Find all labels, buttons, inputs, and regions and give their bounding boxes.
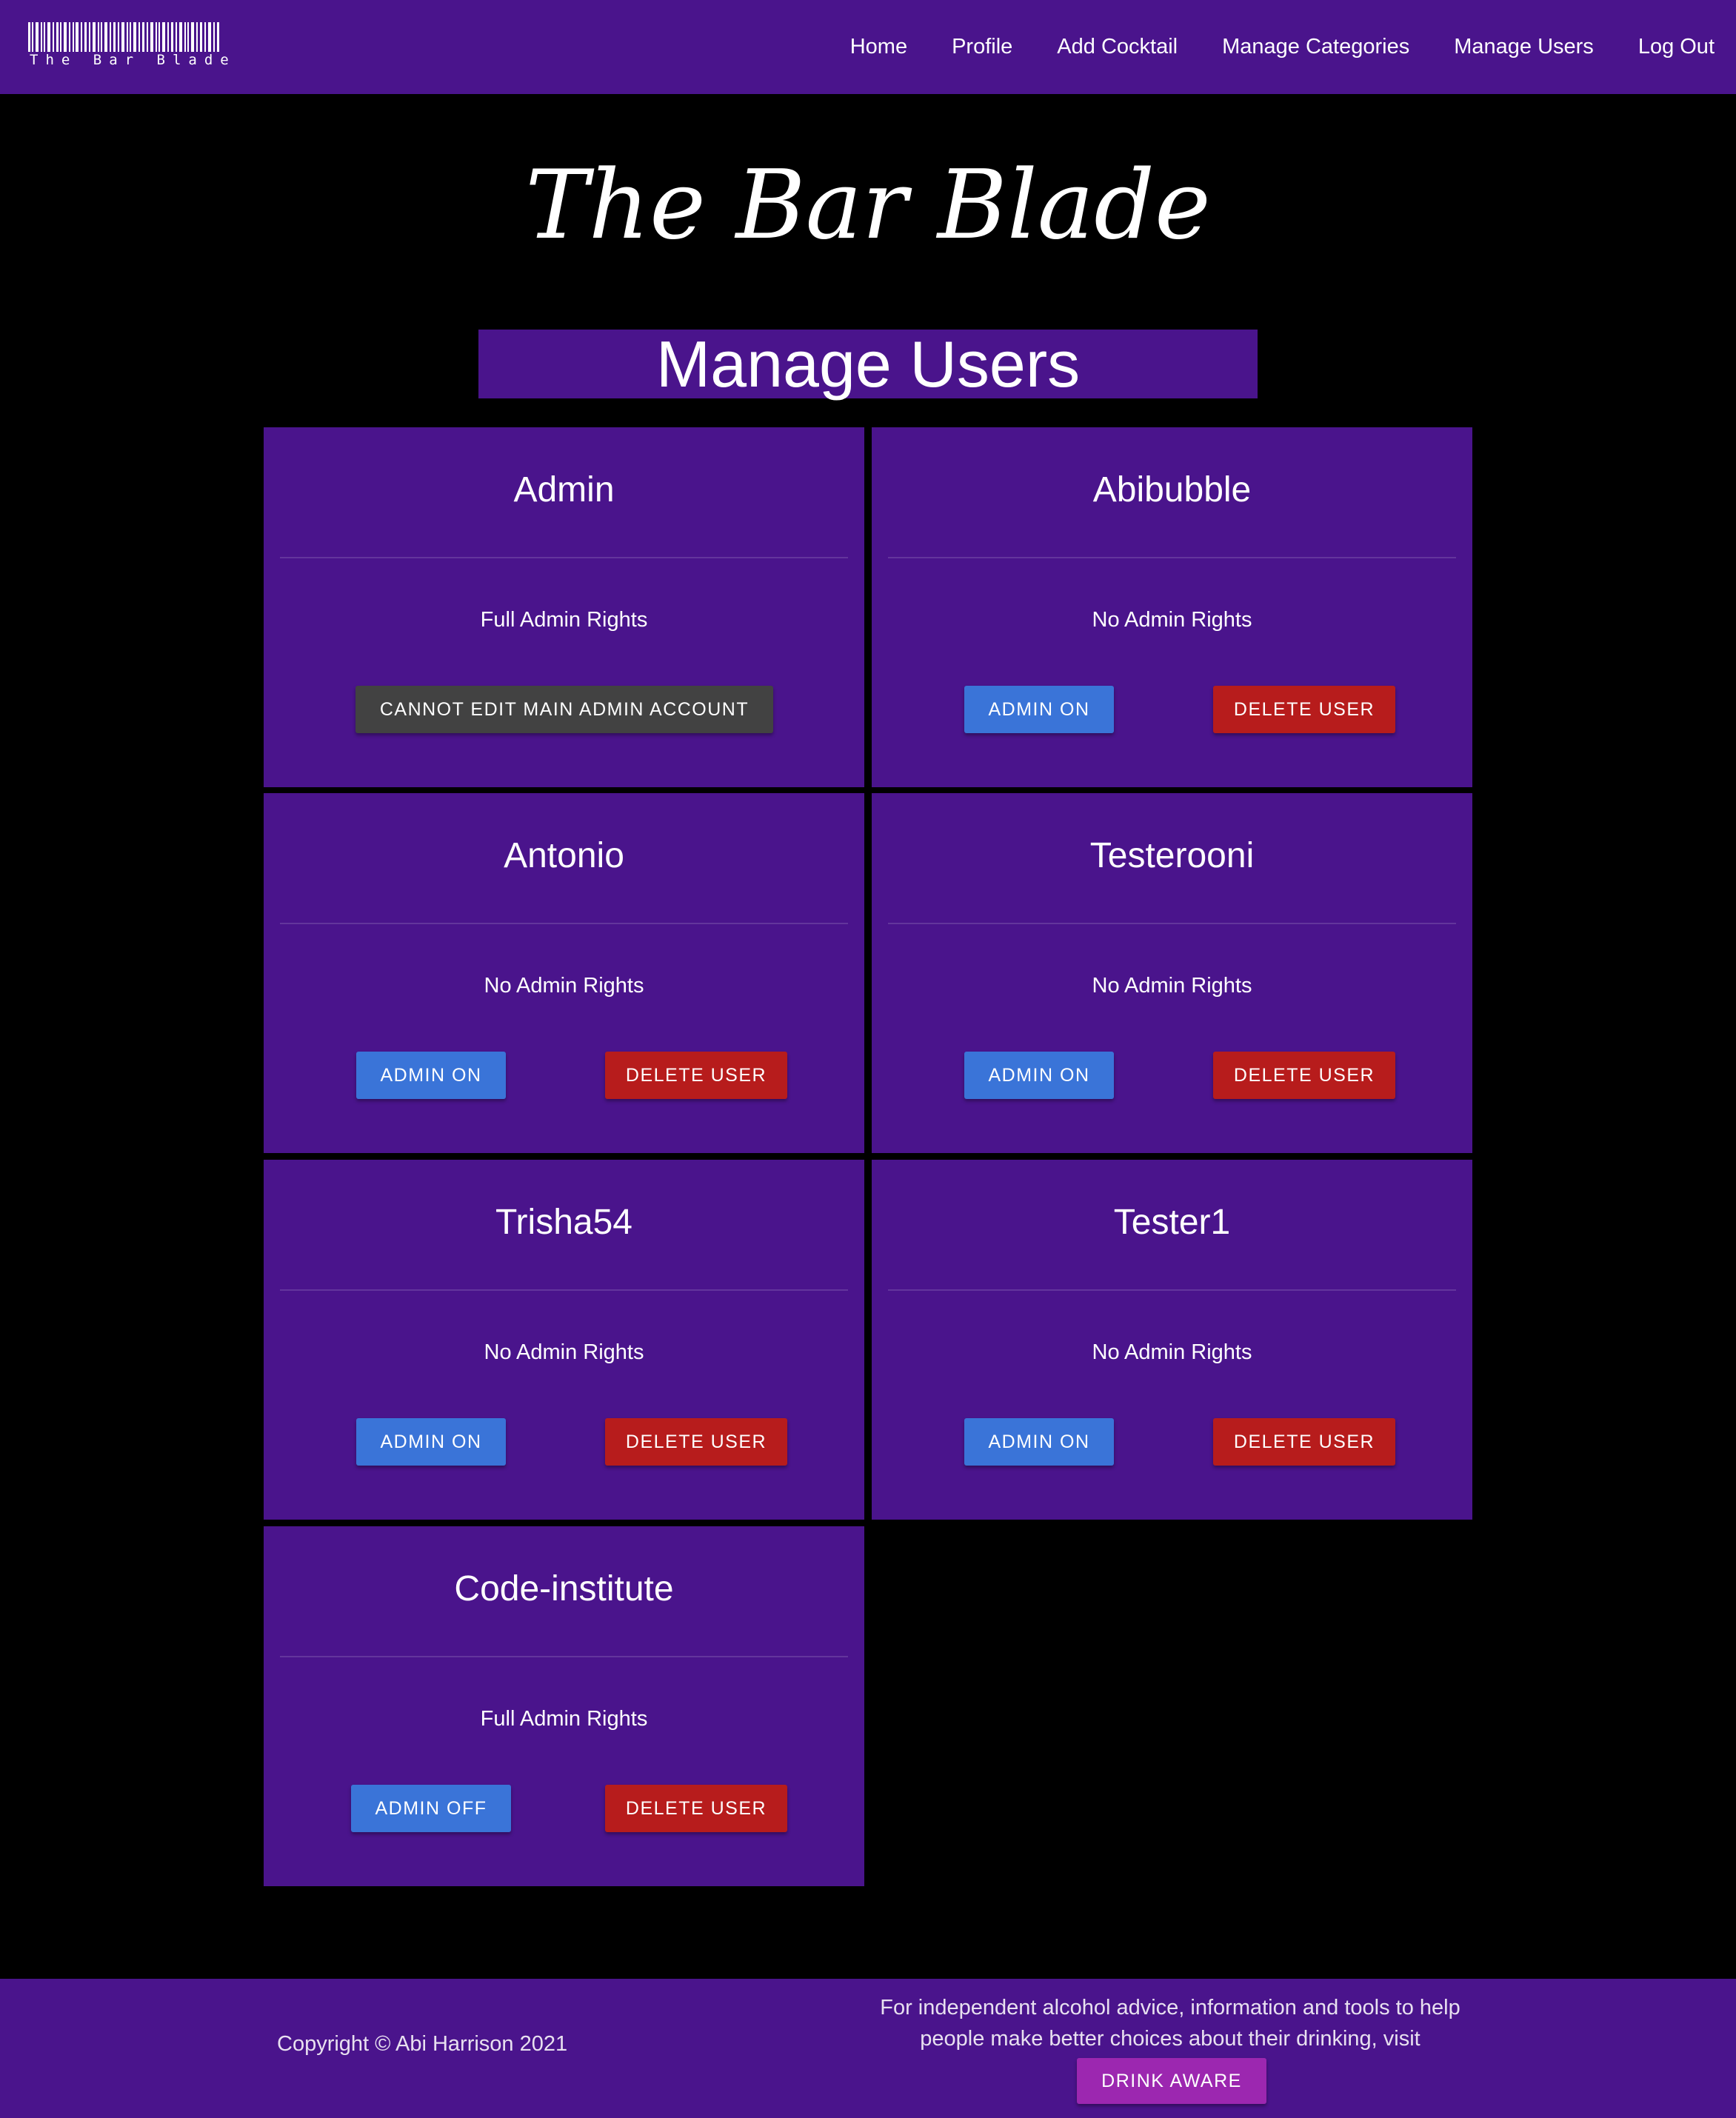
card-divider	[888, 1289, 1456, 1291]
admin-rights-status: No Admin Rights	[1092, 608, 1252, 632]
nav-link-manage-users[interactable]: Manage Users	[1454, 35, 1594, 59]
user-name: Tester1	[1113, 1203, 1231, 1242]
card-divider	[280, 1289, 848, 1291]
cannot-edit-admin-button[interactable]: CANNOT EDIT MAIN ADMIN ACCOUNT	[355, 686, 773, 733]
admin-rights-status: No Admin Rights	[484, 974, 644, 998]
admin-rights-status: Full Admin Rights	[480, 608, 648, 632]
user-name: Antonio	[504, 836, 624, 875]
barcode-icon	[28, 22, 219, 52]
user-card: Tester1 No Admin Rights ADMIN ON DELETE …	[872, 1160, 1472, 1520]
user-name: Trisha54	[495, 1203, 632, 1242]
admin-on-button[interactable]: ADMIN ON	[964, 1418, 1114, 1466]
admin-rights-status: No Admin Rights	[484, 1340, 644, 1364]
delete-user-button[interactable]: DELETE USER	[605, 1785, 787, 1832]
delete-user-button[interactable]: DELETE USER	[605, 1418, 787, 1466]
card-divider	[280, 557, 848, 558]
card-divider	[280, 923, 848, 924]
delete-user-button[interactable]: DELETE USER	[605, 1052, 787, 1099]
nav-link-profile[interactable]: Profile	[952, 35, 1012, 59]
card-divider	[888, 557, 1456, 558]
nav-link-home[interactable]: Home	[850, 35, 907, 59]
admin-rights-status: No Admin Rights	[1092, 974, 1252, 998]
admin-on-button[interactable]: ADMIN ON	[356, 1052, 506, 1099]
user-name: Admin	[513, 470, 615, 510]
admin-on-button[interactable]: ADMIN ON	[964, 686, 1114, 733]
user-card: Trisha54 No Admin Rights ADMIN ON DELETE…	[264, 1160, 864, 1520]
delete-user-button[interactable]: DELETE USER	[1213, 1418, 1395, 1466]
user-name: Testerooni	[1089, 836, 1255, 875]
delete-user-button[interactable]: DELETE USER	[1213, 686, 1395, 733]
card-divider	[280, 1656, 848, 1657]
drink-advice-text: For independent alcohol advice, informat…	[880, 1996, 1460, 2051]
user-card: Admin Full Admin Rights CANNOT EDIT MAIN…	[264, 427, 864, 787]
admin-on-button[interactable]: ADMIN ON	[964, 1052, 1114, 1099]
admin-rights-status: No Admin Rights	[1092, 1340, 1252, 1364]
user-card: Abibubble No Admin Rights ADMIN ON DELET…	[872, 427, 1472, 787]
user-card: Testerooni No Admin Rights ADMIN ON DELE…	[872, 793, 1472, 1153]
nav-link-log-out[interactable]: Log Out	[1638, 35, 1715, 59]
delete-user-button[interactable]: DELETE USER	[1213, 1052, 1395, 1099]
barcode-logo[interactable]: The Bar Blade	[28, 22, 229, 70]
navbar: The Bar Blade Home Profile Add Cocktail …	[0, 0, 1736, 94]
user-card: Code-institute Full Admin Rights ADMIN O…	[264, 1526, 864, 1886]
copyright-text: Copyright © Abi Harrison 2021	[277, 2032, 568, 2056]
logo-text: The Bar Blade	[30, 52, 236, 68]
admin-on-button[interactable]: ADMIN ON	[356, 1418, 506, 1466]
user-name: Abibubble	[1092, 470, 1252, 510]
page-title: Manage Users	[478, 330, 1258, 398]
user-name: Code-institute	[454, 1569, 674, 1608]
admin-rights-status: Full Admin Rights	[480, 1707, 648, 1731]
nav-link-manage-categories[interactable]: Manage Categories	[1222, 35, 1409, 59]
user-card: Antonio No Admin Rights ADMIN ON DELETE …	[264, 793, 864, 1153]
footer: Copyright © Abi Harrison 2021 For indepe…	[0, 1979, 1736, 2118]
nav-links: Home Profile Add Cocktail Manage Categor…	[850, 0, 1736, 94]
brand-title: The Bar Blade	[525, 150, 1211, 261]
drink-aware-button[interactable]: DRINK AWARE	[1077, 2058, 1266, 2104]
nav-link-add-cocktail[interactable]: Add Cocktail	[1057, 35, 1178, 59]
card-divider	[888, 923, 1456, 924]
admin-off-button[interactable]: ADMIN OFF	[351, 1785, 511, 1832]
